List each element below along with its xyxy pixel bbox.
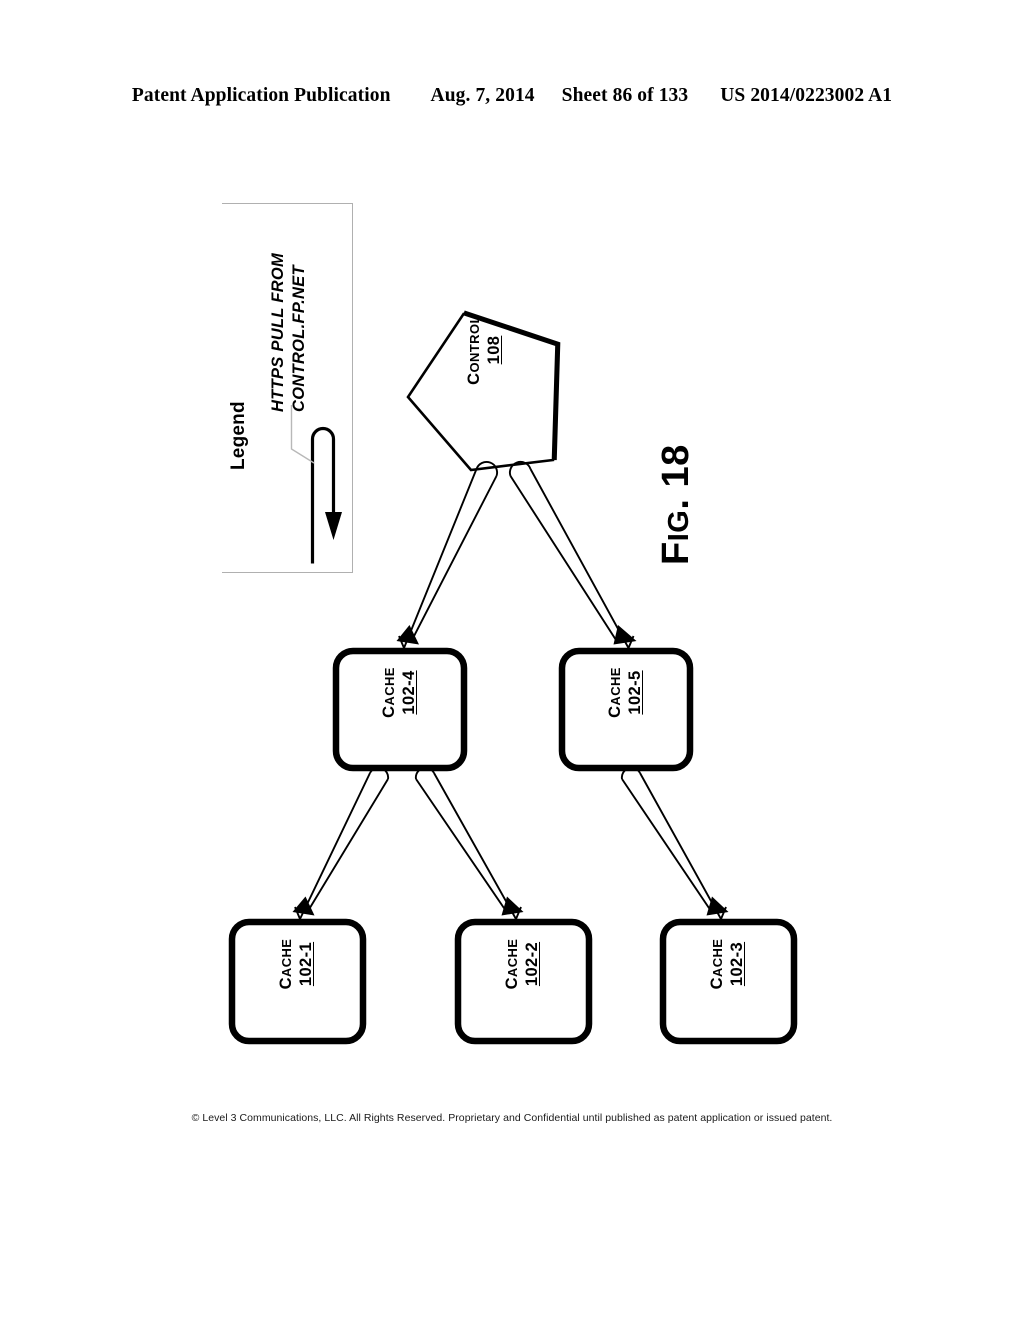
cache-102-1-label: CACHE 102-1 (277, 910, 316, 1018)
figure-number-label: FIG. 18 (655, 444, 698, 565)
legend-arrow-label: HTTPS PULL FROM CONTROL.FP.NET (268, 232, 310, 412)
cache-102-4-title: CACHE (380, 667, 398, 718)
cache-102-1-ref: 102-1 (297, 941, 316, 987)
connector-cache-102-4-to-cache-102-2 (414, 766, 524, 920)
legend-arrow-label-line2: CONTROL.FP.NET (290, 265, 309, 412)
legend-title: Legend (228, 401, 249, 470)
connector-cache-102-4-to-cache-102-1 (292, 766, 390, 920)
footer-copyright-notice: © Level 3 Communications, LLC. All Right… (191, 1112, 833, 1124)
cache-102-2-title: CACHE (503, 938, 521, 990)
cache-102-3-title: CACHE (708, 938, 726, 990)
cache-102-5-title: CACHE (606, 667, 624, 718)
cache-102-5-ref: 102-5 (626, 670, 645, 715)
connector-control-to-cache-102-5 (509, 460, 637, 649)
control-node-title: CONTROL (465, 315, 483, 385)
cache-102-4-ref: 102-4 (400, 670, 419, 715)
legend-arrow-label-line1: HTTPS PULL FROM (269, 252, 287, 412)
cache-102-3-ref: 102-3 (728, 941, 747, 987)
connector-cache-102-5-to-cache-102-3 (620, 766, 729, 920)
control-node-ref: 108 (485, 335, 504, 365)
control-node-label: CONTROL 108 (465, 275, 504, 425)
cache-102-2-ref: 102-2 (523, 941, 542, 987)
figure-number-text: FIG. 18 (655, 444, 697, 565)
connector-control-to-cache-102-4 (396, 460, 498, 649)
cache-102-3-label: CACHE 102-3 (708, 910, 747, 1018)
cache-102-2-label: CACHE 102-2 (503, 910, 542, 1018)
cache-102-5-label: CACHE 102-5 (606, 640, 645, 745)
cache-102-4-label: CACHE 102-4 (380, 640, 419, 745)
cache-102-1-title: CACHE (277, 938, 295, 990)
